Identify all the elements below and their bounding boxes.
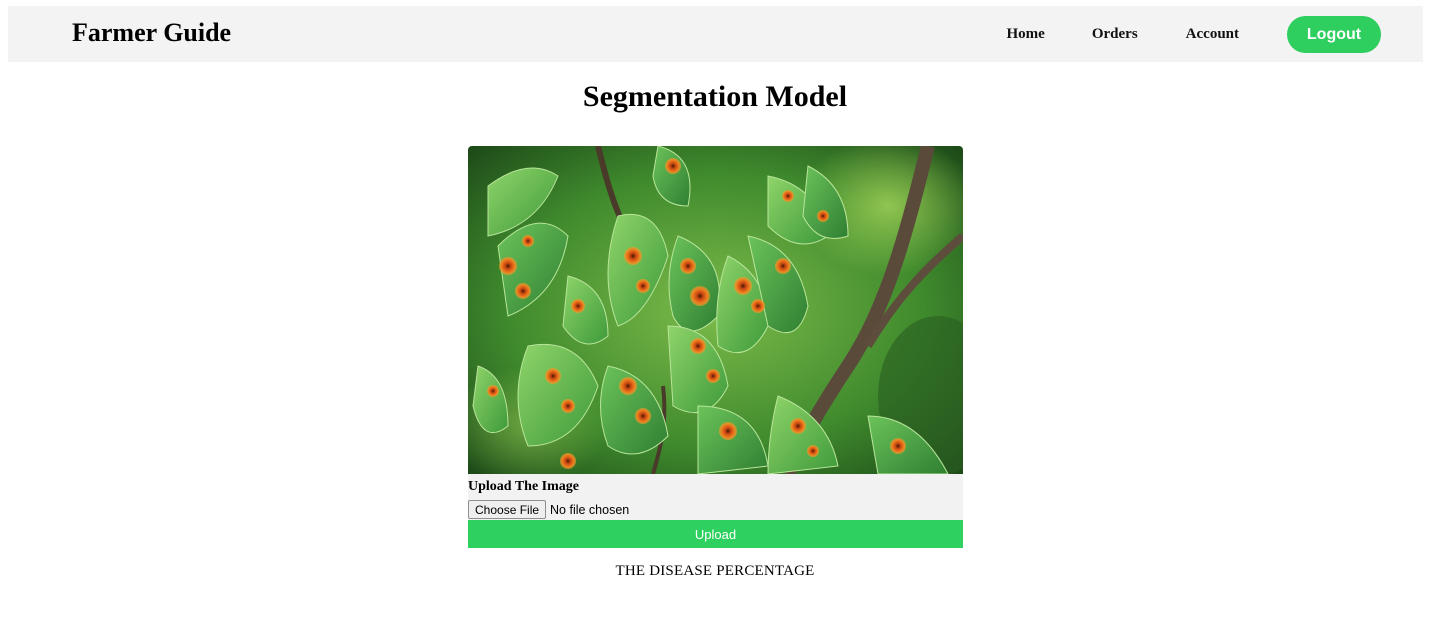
- brand-title: Farmer Guide: [72, 18, 232, 47]
- diseased-leaves-photo: [468, 146, 963, 474]
- nav-link-account[interactable]: Account: [1186, 26, 1239, 43]
- nav-link-orders[interactable]: Orders: [1092, 26, 1138, 43]
- upload-label: Upload The Image: [468, 479, 579, 494]
- upload-card: Upload The Image Choose File No file cho…: [468, 146, 963, 548]
- logout-button[interactable]: Logout: [1287, 16, 1381, 53]
- upload-button[interactable]: Upload: [468, 520, 963, 548]
- nav-link-home[interactable]: Home: [1007, 26, 1045, 43]
- page-title: Segmentation Model: [582, 80, 848, 113]
- disease-percentage-label: THE DISEASE PERCENTAGE: [615, 563, 815, 579]
- choose-file-button[interactable]: Choose File: [468, 500, 547, 519]
- file-input[interactable]: Choose File No file chosen: [468, 500, 629, 519]
- upload-panel: Upload The Image Choose File No file cho…: [468, 474, 963, 520]
- nav-links: Home Orders Account Logout: [1007, 16, 1381, 53]
- file-status: No file chosen: [550, 502, 630, 517]
- navbar: Farmer Guide Home Orders Account Logout: [8, 6, 1423, 62]
